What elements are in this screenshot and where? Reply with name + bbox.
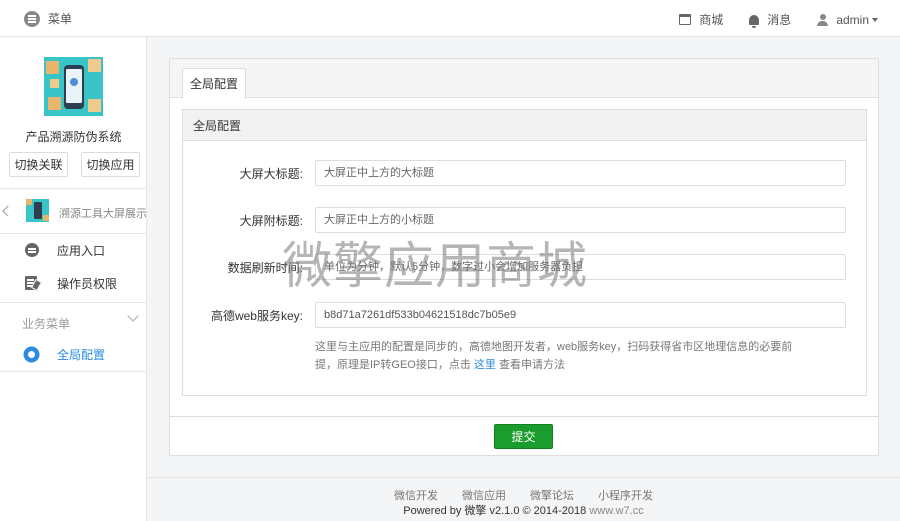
group-title[interactable]: 业务菜单 <box>22 315 70 332</box>
switch-link-button[interactable]: 切换关联 <box>9 152 68 177</box>
help-text: 这里与主应用的配置是同步的，高德地图开发者，web服务key，扫码获得省市区地理… <box>315 338 805 374</box>
tab-global-config[interactable]: 全局配置 <box>182 68 246 99</box>
footer-link[interactable]: 微信应用 <box>462 487 506 503</box>
copyright-text: Powered by 微擎 v2.1.0 © 2014-2018 <box>403 505 587 517</box>
divider <box>147 477 900 478</box>
sidebar-item-operator-permissions[interactable]: 操作员权限 <box>0 266 147 300</box>
sidebar-item-app-entry[interactable]: 应用入口 <box>0 233 147 267</box>
chevron-down-icon <box>872 17 878 22</box>
panel-tabs: 全局配置 <box>170 59 878 99</box>
chat-icon <box>25 243 39 257</box>
footer-links: 微信开发 微信应用 微擎论坛 小程序开发 <box>147 487 900 503</box>
app-logo <box>44 57 103 116</box>
field-label: 高德web服务key: <box>210 309 303 323</box>
sidebar-item-label: 操作员权限 <box>57 276 118 291</box>
footer-link[interactable]: 微信开发 <box>394 487 438 503</box>
user-menu[interactable]: admin <box>817 13 878 27</box>
divider <box>0 371 147 372</box>
amap-key-input[interactable] <box>315 302 846 328</box>
back-arrow-icon[interactable] <box>2 205 14 217</box>
app-name: 产品溯源防伪系统 <box>25 130 122 144</box>
divider <box>170 416 878 417</box>
sidebar-item-label: 全局配置 <box>57 347 106 362</box>
submit-button[interactable]: 提交 <box>494 424 553 449</box>
divider <box>0 302 147 303</box>
top-right-nav: 商城 消息 admin <box>653 11 878 28</box>
shop-label: 商城 <box>699 13 724 27</box>
copyright: Powered by 微擎 v2.1.0 © 2014-2018 www.w7.… <box>147 502 900 518</box>
switch-app-button[interactable]: 切换应用 <box>81 152 140 177</box>
top-bar: 菜单 商城 消息 admin <box>0 0 900 37</box>
user-icon <box>817 13 829 26</box>
menu-toggle[interactable]: 菜单 <box>24 10 72 27</box>
watermark: 微擎应用商城 <box>282 237 588 295</box>
copyright-site[interactable]: www.w7.cc <box>589 505 643 517</box>
big-title-input[interactable] <box>315 160 846 186</box>
chevron-down-icon[interactable] <box>127 310 139 322</box>
shop-link[interactable]: 商城 <box>679 11 723 28</box>
section-title: 全局配置 <box>183 110 866 141</box>
help-link[interactable]: 这里 <box>474 359 496 371</box>
footer-link[interactable]: 小程序开发 <box>598 487 653 503</box>
sidebar-item-global-config[interactable]: 全局配置 <box>0 337 147 371</box>
gear-icon <box>25 347 38 361</box>
sidebar-item-label: 应用入口 <box>57 243 106 258</box>
module-name: 溯源工具大屏展示 <box>59 208 147 220</box>
help-text-part: 查看申请方法 <box>498 359 565 371</box>
menu-icon <box>24 10 40 27</box>
form-row: 大屏大标题: <box>183 160 866 186</box>
messages-link[interactable]: 消息 <box>749 11 791 28</box>
sidebar: 产品溯源防伪系统 切换关联 切换应用 溯源工具大屏展示 应用入口 操作员权限 业… <box>0 37 147 521</box>
divider <box>0 188 147 189</box>
messages-label: 消息 <box>767 13 792 27</box>
module-row[interactable]: 溯源工具大屏展示 <box>0 192 147 232</box>
form-row: 高德web服务key: <box>183 302 866 328</box>
shop-icon <box>679 14 692 25</box>
module-thumb <box>26 199 49 222</box>
bell-icon <box>749 14 760 28</box>
footer-link[interactable]: 微擎论坛 <box>530 487 574 503</box>
document-edit-icon <box>25 276 37 290</box>
field-label: 大屏大标题: <box>239 167 303 181</box>
user-name: admin <box>836 12 869 27</box>
menu-label: 菜单 <box>48 12 73 26</box>
